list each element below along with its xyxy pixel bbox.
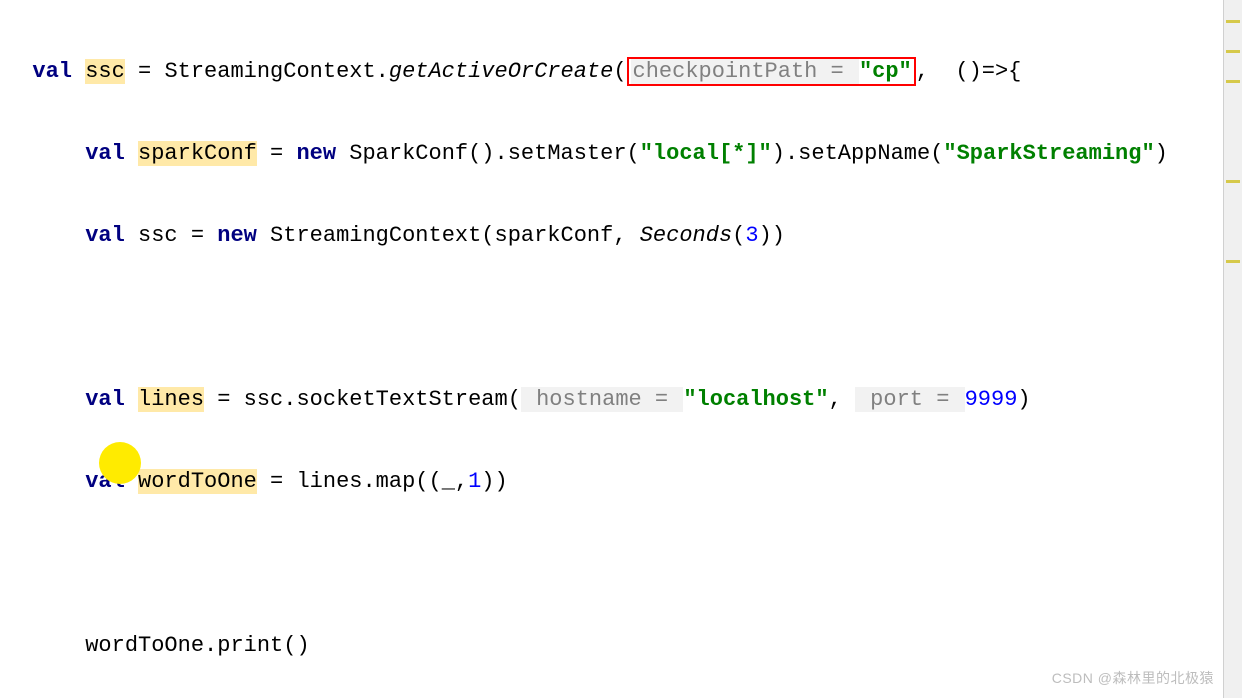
pointer-indicator-icon (99, 442, 141, 484)
code-line: val sparkConf = new SparkConf().setMaste… (6, 133, 1242, 174)
code-line: val lines = ssc.socketTextStream( hostna… (6, 379, 1242, 420)
watermark-label: CSDN @森林里的北极猿 (1052, 668, 1214, 688)
gutter-mark[interactable] (1226, 20, 1240, 23)
gutter-mark[interactable] (1226, 180, 1240, 183)
gutter-mark[interactable] (1226, 80, 1240, 83)
code-line (6, 297, 1242, 338)
gutter-mark[interactable] (1226, 50, 1240, 53)
code-line: val ssc = StreamingContext.getActiveOrCr… (6, 51, 1242, 92)
gutter-mark[interactable] (1226, 260, 1240, 263)
code-line: wordToOne.print() (6, 625, 1242, 666)
highlight-box: checkpointPath = "cp" (627, 57, 916, 86)
code-line: val ssc = new StreamingContext(sparkConf… (6, 215, 1242, 256)
code-editor[interactable]: val ssc = StreamingContext.getActiveOrCr… (0, 0, 1242, 698)
marker-gutter[interactable] (1223, 0, 1242, 698)
code-line (6, 543, 1242, 584)
code-line: val wordToOne = lines.map((_,1)) (6, 461, 1242, 502)
